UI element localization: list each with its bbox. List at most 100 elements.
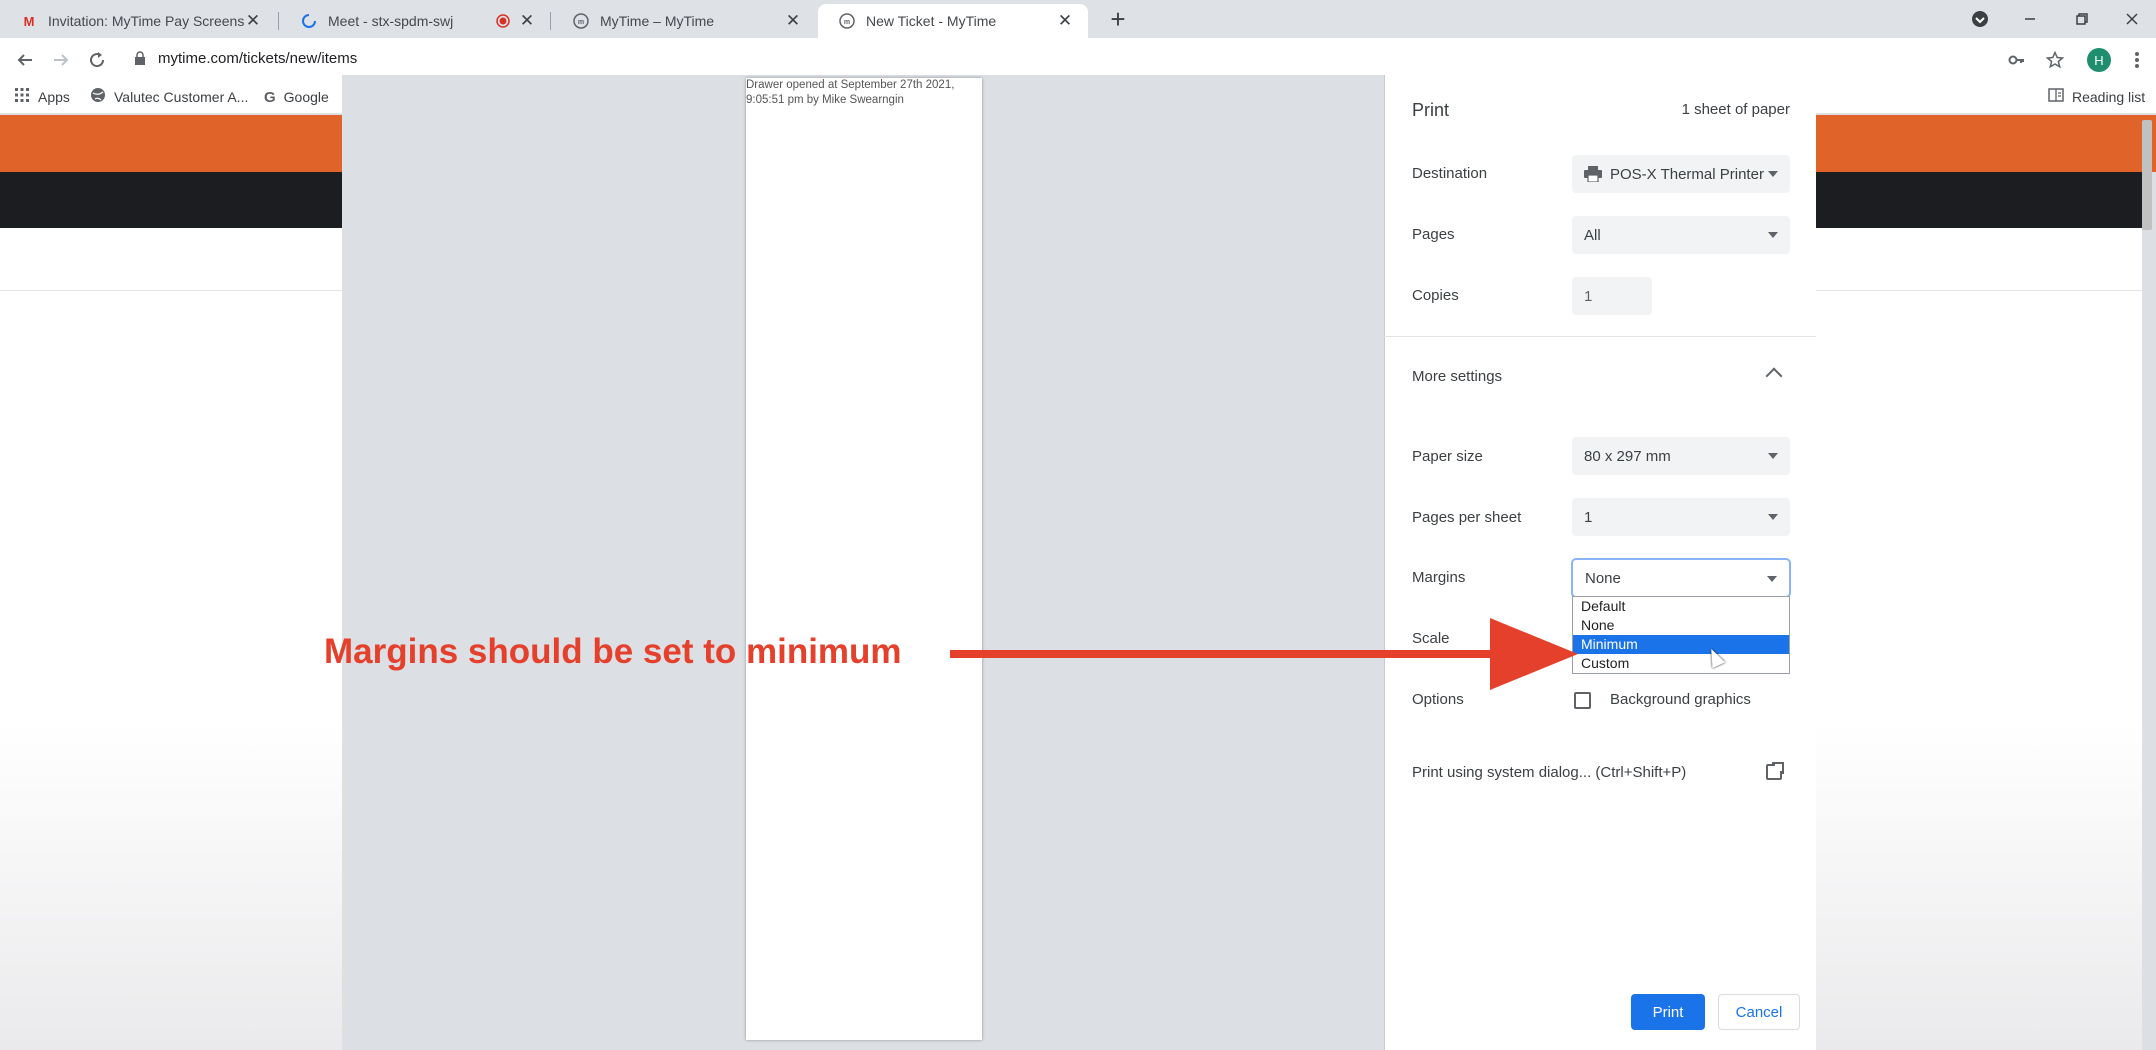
tab-separator: [550, 12, 551, 30]
tab-invitation[interactable]: M Invitation: MyTime Pay Screensh... ✕: [0, 4, 276, 38]
margins-label: Margins: [1412, 569, 1466, 586]
margin-option-custom[interactable]: Custom: [1573, 654, 1789, 673]
pages-value: All: [1584, 226, 1601, 244]
profile-avatar[interactable]: H: [2084, 46, 2114, 74]
reading-list-label: Reading list: [2072, 89, 2146, 105]
margin-option-none[interactable]: None: [1573, 616, 1789, 635]
lock-icon[interactable]: [134, 51, 146, 65]
tab-mytime[interactable]: m MyTime – MyTime ✕: [552, 4, 816, 38]
forward-icon[interactable]: [46, 46, 76, 74]
bookmark-label: Valutec Customer A...: [114, 89, 249, 105]
key-icon[interactable]: [2002, 46, 2032, 74]
site-header-bar: [0, 115, 342, 172]
destination-select[interactable]: POS-X Thermal Printer: [1572, 155, 1790, 193]
copies-label: Copies: [1412, 287, 1459, 304]
close-icon[interactable]: ✕: [244, 11, 262, 31]
paper-size-label: Paper size: [1412, 448, 1483, 465]
divider: [0, 290, 342, 291]
chevron-down-icon: [1768, 232, 1778, 238]
open-external-icon[interactable]: [1766, 762, 1784, 780]
annotation-arrow-shaft: [950, 650, 1495, 658]
tab-search-icon[interactable]: [1958, 4, 2002, 34]
options-label: Options: [1412, 691, 1464, 708]
print-button[interactable]: Print: [1631, 994, 1705, 1030]
pages-per-sheet-label: Pages per sheet: [1412, 509, 1522, 526]
close-icon[interactable]: ✕: [1056, 11, 1074, 31]
tab-label: Invitation: MyTime Pay Screensh...: [48, 13, 244, 29]
printer-icon: [1584, 166, 1602, 183]
avatar-initial: H: [2087, 48, 2111, 72]
margin-option-minimum[interactable]: Minimum: [1573, 635, 1789, 654]
tab-label: Meet - stx-spdm-swj: [328, 13, 454, 29]
menu-dots-icon[interactable]: [2122, 46, 2152, 74]
tab-label: MyTime – MyTime: [600, 13, 715, 29]
restore-icon[interactable]: [2060, 4, 2104, 34]
chevron-down-icon: [1768, 514, 1778, 520]
annotation-text: Margins should be set to minimum: [324, 632, 902, 671]
mytime-icon: m: [572, 12, 590, 30]
bookmark-valutec[interactable]: Valutec Customer A...: [90, 86, 248, 108]
more-settings-toggle[interactable]: More settings: [1412, 368, 1502, 385]
margins-dropdown-list: Default None Minimum Custom: [1572, 596, 1790, 674]
reading-list-icon: [2048, 87, 2064, 107]
system-dialog-link[interactable]: Print using system dialog... (Ctrl+Shift…: [1412, 764, 1686, 781]
panel-border: [1384, 75, 1385, 1050]
site-nav-bar: [0, 172, 342, 228]
bookmark-label: Apps: [38, 89, 70, 105]
page-content: [1816, 228, 2142, 1050]
annotation-arrow-head: [1490, 618, 1578, 690]
chevron-down-icon: [1768, 453, 1778, 459]
sheet-count: 1 sheet of paper: [1681, 101, 1790, 118]
recording-icon: [494, 12, 512, 30]
bookmark-google[interactable]: G Google: [264, 86, 329, 108]
paper-size-select[interactable]: 80 x 297 mm: [1572, 437, 1790, 475]
globe-icon: [90, 87, 106, 107]
print-title: Print: [1412, 100, 1450, 120]
close-icon[interactable]: ✕: [784, 11, 802, 31]
chevron-down-icon: [1767, 576, 1777, 582]
close-window-icon[interactable]: [2110, 4, 2154, 34]
tab-label: New Ticket - MyTime: [866, 13, 997, 29]
pages-select[interactable]: All: [1572, 216, 1790, 254]
margin-option-default[interactable]: Default: [1573, 597, 1789, 616]
loading-icon: [300, 12, 318, 30]
site-nav-bar: [1816, 172, 2142, 228]
bookmark-apps[interactable]: Apps: [14, 86, 70, 108]
paper-size-value: 80 x 297 mm: [1584, 447, 1671, 465]
copies-input[interactable]: 1: [1572, 277, 1652, 315]
page-content: [0, 228, 342, 1050]
receipt-text: Drawer opened at September 27th 2021, 9:…: [746, 79, 955, 106]
margins-select[interactable]: None: [1572, 559, 1790, 597]
tab-meet[interactable]: Meet - stx-spdm-swj ✕: [280, 4, 550, 38]
reload-icon[interactable]: [82, 46, 112, 74]
minimize-icon[interactable]: [2008, 4, 2052, 34]
gmail-icon: M: [23, 13, 35, 29]
tab-separator: [278, 12, 279, 30]
reading-list-button[interactable]: Reading list: [2048, 86, 2145, 108]
star-icon[interactable]: [2040, 46, 2070, 74]
address-bar[interactable]: mytime.com/tickets/new/items: [158, 50, 357, 67]
section-divider: [1384, 336, 1816, 337]
new-tab-button[interactable]: +: [1096, 4, 1140, 34]
destination-value: POS-X Thermal Printer: [1610, 165, 1764, 183]
svg-text:m: m: [578, 19, 584, 26]
google-icon: G: [264, 88, 276, 106]
scale-label: Scale: [1412, 630, 1450, 647]
cancel-button[interactable]: Cancel: [1718, 994, 1800, 1030]
pages-per-sheet-select[interactable]: 1: [1572, 498, 1790, 536]
receipt-preview-page: [746, 78, 982, 1040]
svg-text:m: m: [844, 19, 850, 26]
pages-per-sheet-value: 1: [1584, 508, 1593, 526]
chevron-down-icon: [1768, 171, 1778, 177]
margins-value: None: [1585, 569, 1621, 587]
bookmark-label: Google: [283, 89, 329, 105]
background-graphics-label[interactable]: Background graphics: [1610, 691, 1751, 708]
pages-label: Pages: [1412, 226, 1455, 243]
close-icon[interactable]: ✕: [518, 11, 536, 31]
apps-grid-icon: [14, 87, 30, 107]
mytime-icon: m: [838, 12, 856, 30]
tab-new-ticket[interactable]: m New Ticket - MyTime ✕: [818, 4, 1088, 38]
background-graphics-checkbox[interactable]: [1574, 692, 1591, 709]
back-icon[interactable]: [10, 46, 40, 74]
page-scrollbar[interactable]: [2142, 120, 2152, 230]
